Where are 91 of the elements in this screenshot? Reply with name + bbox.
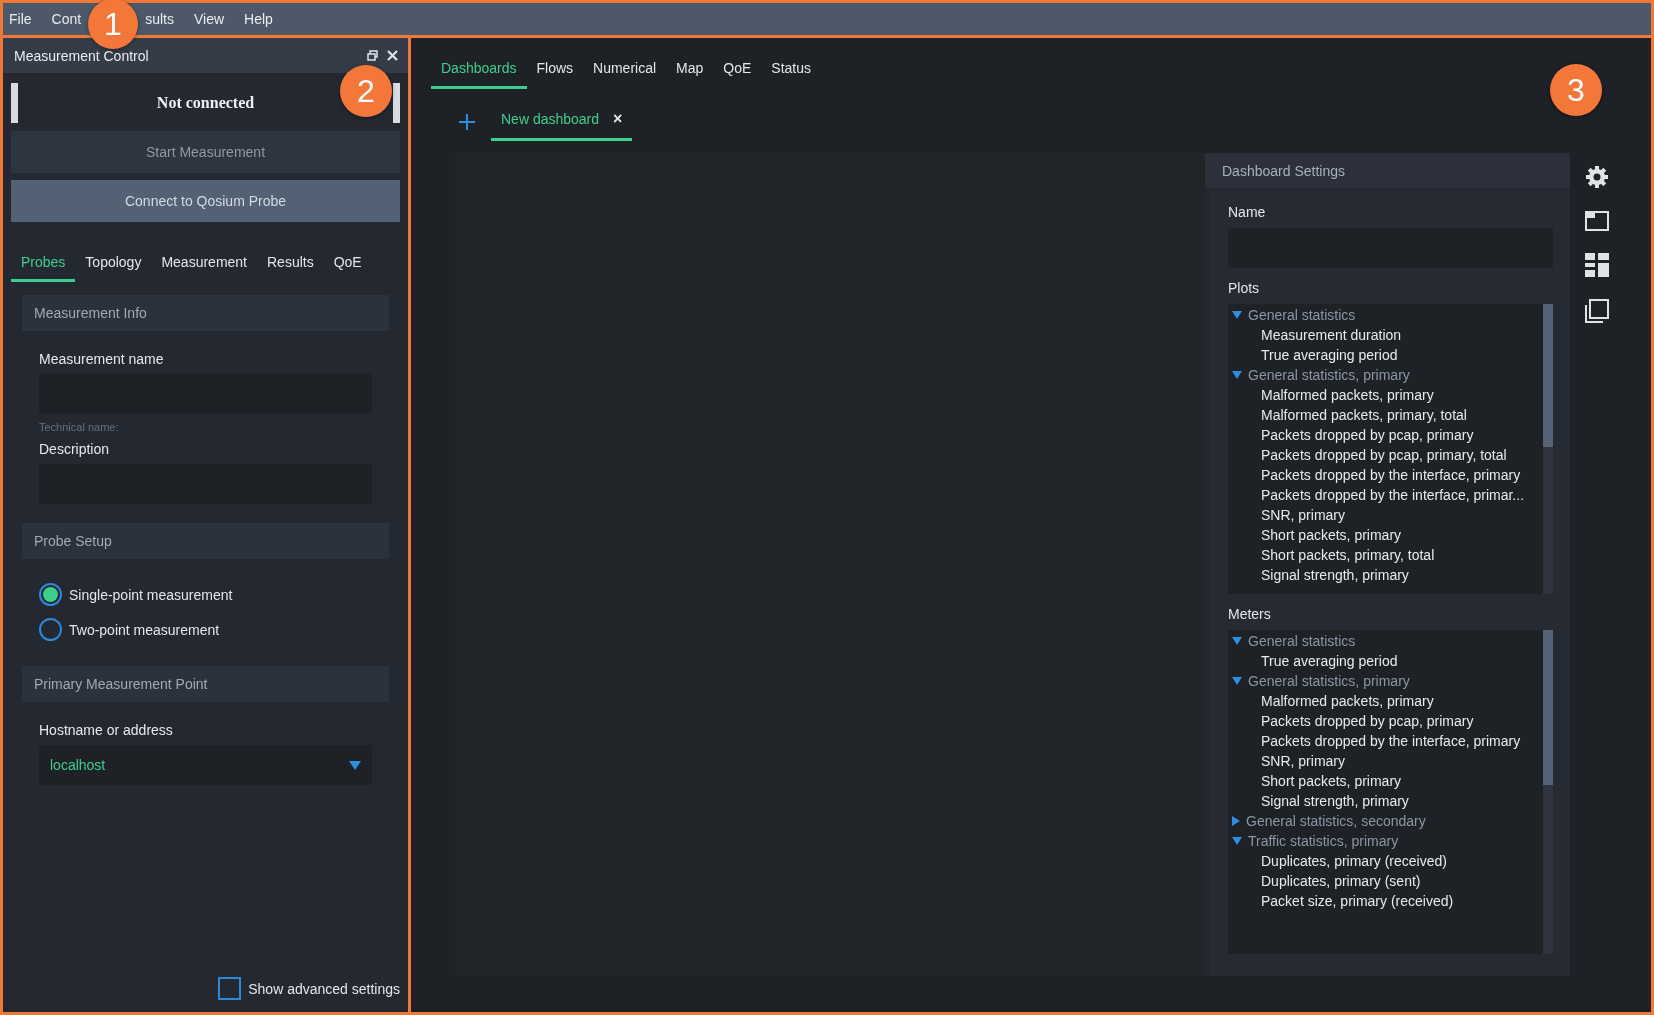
add-icon[interactable] — [459, 113, 475, 130]
tree-item[interactable]: Duplicates, primary (received) — [1228, 851, 1543, 871]
tab[interactable]: Probes — [11, 250, 76, 282]
section-header: Measurement Info — [22, 295, 389, 331]
scrollbar[interactable] — [1543, 304, 1553, 594]
tree-item[interactable]: Packets dropped by the interface, primar... — [1228, 485, 1543, 505]
group-label: General statistics — [1248, 307, 1356, 323]
panel-title: Measurement Control — [14, 47, 149, 64]
tab[interactable]: Measurement — [151, 250, 257, 282]
group-label: General statistics, primary — [1248, 673, 1410, 689]
tree-item[interactable]: Packets dropped by pcap, primary — [1228, 711, 1543, 731]
tree-item[interactable]: Packets dropped by the interface, primary — [1228, 465, 1543, 485]
radio-button[interactable] — [39, 583, 62, 606]
connection-status: Not connected — [156, 94, 255, 112]
tree-item[interactable]: Signal strength, primary — [1228, 565, 1543, 585]
tree-item[interactable]: Packets dropped by pcap, primary — [1228, 425, 1543, 445]
tree-item[interactable]: Malformed packets, primary — [1228, 691, 1543, 711]
checkbox[interactable] — [218, 977, 242, 1000]
copy-icon[interactable] — [1585, 299, 1609, 323]
tree-item[interactable]: Malformed packets, primary, total — [1228, 405, 1543, 425]
section-header: Probe Setup — [22, 523, 389, 559]
tree-item[interactable]: Short packets, primary — [1228, 525, 1543, 545]
tree-item[interactable]: SNR, primary — [1228, 505, 1543, 525]
checkbox-label: Show advanced settings — [248, 980, 400, 997]
radio-button[interactable] — [39, 618, 62, 641]
tree-item[interactable]: SNR, primary — [1228, 751, 1543, 771]
field-label: Description — [39, 441, 111, 457]
field-label: Hostname or address — [39, 722, 174, 738]
window-icon[interactable] — [1585, 211, 1609, 231]
tab[interactable]: Topology — [75, 250, 152, 282]
tree-item[interactable]: Duplicates, primary (sent) — [1228, 871, 1543, 891]
close-icon[interactable] — [387, 50, 398, 61]
menu-item[interactable]: File — [9, 11, 32, 27]
undock-icon[interactable] — [367, 50, 378, 61]
status-edge-bar — [393, 83, 400, 123]
tree-item[interactable]: Packets dropped by the interface, primary — [1228, 731, 1543, 751]
tab[interactable]: Map — [666, 52, 714, 89]
panel-title: Dashboard Settings — [1205, 153, 1570, 188]
tab[interactable]: Results — [257, 250, 324, 282]
menu-item[interactable]: View — [193, 11, 225, 27]
tree-group[interactable]: General statistics — [1228, 305, 1543, 325]
tree-item[interactable]: True averaging period — [1228, 345, 1543, 365]
tree-group[interactable]: General statistics — [1228, 631, 1543, 651]
expanded-arrow-icon[interactable] — [1232, 637, 1242, 645]
tree-item[interactable]: Malformed packets, primary — [1228, 385, 1543, 405]
scrollbar[interactable] — [1543, 630, 1553, 954]
callout-badge: 3 — [1550, 64, 1602, 116]
status-edge-bar — [11, 83, 18, 123]
hint-text: Technical name: — [39, 421, 120, 433]
expanded-arrow-icon[interactable] — [1232, 837, 1242, 845]
field-label: Measurement name — [39, 351, 165, 367]
menu-item[interactable]: Help — [244, 11, 273, 27]
connect-button[interactable]: Connect to Qosium Probe — [11, 180, 400, 222]
menu-item[interactable]: sults — [145, 11, 174, 27]
group-label: General statistics, secondary — [1246, 813, 1426, 829]
tab[interactable]: Numerical — [583, 52, 667, 89]
tree-group[interactable]: General statistics, primary — [1228, 365, 1543, 385]
tab[interactable]: QoE — [713, 52, 762, 89]
dashboard-icon[interactable] — [1585, 253, 1609, 277]
dashboard-tab[interactable]: New dashboard × — [491, 102, 633, 141]
section-header: Primary Measurement Point — [22, 666, 389, 702]
dropdown-arrow-icon — [349, 760, 361, 770]
tab[interactable]: Dashboards — [431, 52, 527, 89]
radio-label: Two-point measurement — [69, 621, 220, 638]
group-label: Traffic statistics, primary — [1248, 833, 1399, 849]
radio-label: Single-point measurement — [69, 586, 233, 603]
tree-item[interactable]: Short packets, primary — [1228, 771, 1543, 791]
tree-item[interactable]: Signal strength, primary — [1228, 791, 1543, 811]
expanded-arrow-icon[interactable] — [1232, 371, 1242, 379]
group-label: General statistics, primary — [1248, 367, 1410, 383]
expanded-arrow-icon[interactable] — [1232, 677, 1242, 685]
tab[interactable]: Flows — [526, 52, 584, 89]
collapsed-arrow-icon[interactable] — [1232, 816, 1240, 826]
list-label: Plots — [1228, 280, 1261, 296]
tree-item[interactable]: Packets dropped by pcap, primary, total — [1228, 445, 1543, 465]
tree-group[interactable]: General statistics, secondary — [1228, 811, 1543, 831]
menu-item[interactable]: Cont — [51, 11, 82, 27]
field-label: Name — [1228, 204, 1267, 220]
tab[interactable]: Status — [761, 52, 822, 89]
tree-item[interactable]: Short packets, primary, total — [1228, 545, 1543, 565]
settings-icon[interactable] — [1585, 165, 1609, 189]
expanded-arrow-icon[interactable] — [1232, 311, 1242, 319]
tree-item[interactable]: Measurement duration — [1228, 325, 1543, 345]
tree-group[interactable]: General statistics, primary — [1228, 671, 1543, 691]
tree-item[interactable]: True averaging period — [1228, 651, 1543, 671]
tree-group[interactable]: Traffic statistics, primary — [1228, 831, 1543, 851]
group-label: General statistics — [1248, 633, 1356, 649]
hostname-dropdown[interactable]: localhost — [39, 745, 372, 785]
list-label: Meters — [1228, 606, 1272, 622]
tree-item[interactable]: Packet size, primary (received) — [1228, 891, 1543, 911]
tab[interactable]: QoE — [323, 250, 372, 282]
